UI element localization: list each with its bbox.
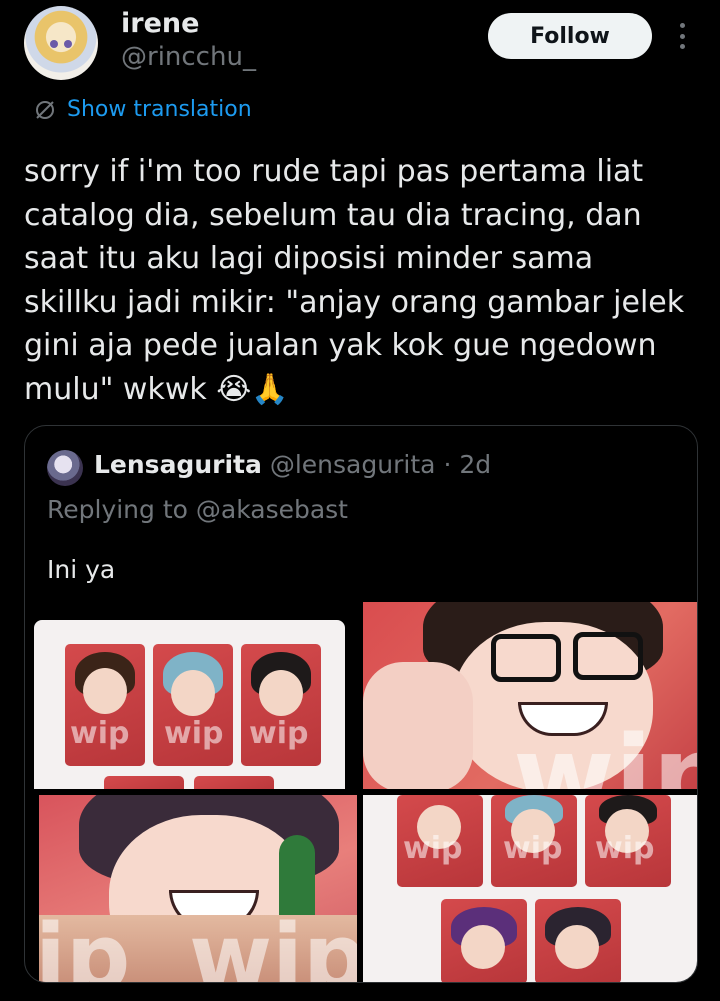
tweet-text: sorry if i'm too rude tapi pas pertama l…: [24, 154, 685, 407]
replying-to: Replying to @akasebast: [47, 495, 348, 524]
quoted-author-handle[interactable]: @lensagurita: [270, 450, 436, 479]
watermark: wip: [70, 716, 130, 751]
art-card: [535, 899, 621, 982]
media-image-catalog[interactable]: wip wip wip: [34, 620, 345, 789]
quoted-author-name[interactable]: Lensagurita: [94, 450, 262, 479]
watermark: wip: [513, 712, 697, 789]
quoted-text: Ini ya: [47, 555, 116, 584]
watermark: wip: [249, 716, 309, 751]
watermark: wip: [189, 905, 357, 983]
show-translation-label: Show translation: [67, 97, 252, 122]
more-options-icon[interactable]: [676, 23, 688, 49]
media-image-laughing[interactable]: ip wip: [39, 795, 357, 983]
author-avatar[interactable]: [24, 6, 98, 80]
show-translation-link[interactable]: Show translation: [33, 97, 252, 122]
watermark: wip: [164, 716, 224, 751]
art-card: [441, 899, 527, 982]
media-image-closeup-glasses[interactable]: wip: [363, 602, 697, 789]
quoted-tweet[interactable]: Lensagurita @lensagurita · 2d Replying t…: [24, 425, 698, 983]
author-name[interactable]: irene: [121, 8, 199, 39]
avatar-eye: [64, 40, 72, 48]
quoted-timestamp[interactable]: 2d: [459, 450, 491, 479]
watermark: wip: [595, 831, 655, 866]
follow-button[interactable]: Follow: [488, 13, 652, 59]
author-handle[interactable]: @rincchu_: [121, 42, 256, 72]
art-card: [194, 776, 274, 789]
art-card: [104, 776, 184, 789]
watermark: ip: [39, 905, 131, 983]
translate-icon: [36, 100, 54, 119]
media-image-catalog-second[interactable]: wip wip wip: [363, 795, 697, 982]
watermark: wip: [503, 831, 563, 866]
avatar-eye: [50, 40, 58, 48]
media-grid: wip wip wip wip ip wip: [25, 602, 697, 983]
watermark: wip: [403, 831, 463, 866]
quoted-author-avatar[interactable]: [47, 450, 83, 486]
quoted-header: Lensagurita @lensagurita · 2d: [94, 450, 491, 479]
separator-dot: ·: [443, 450, 452, 479]
